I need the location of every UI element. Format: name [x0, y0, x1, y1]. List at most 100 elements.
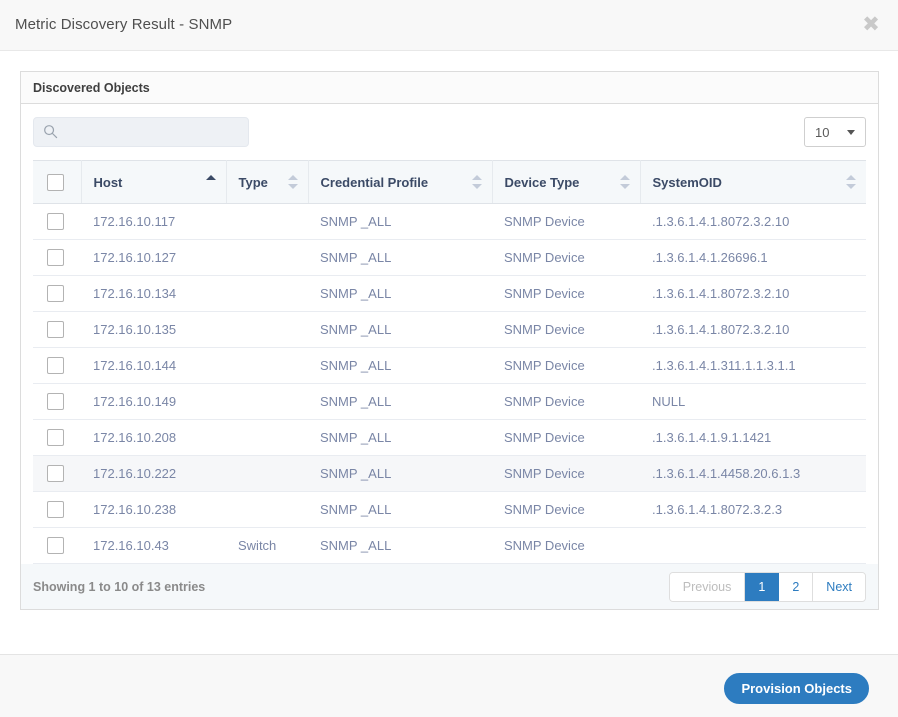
cell-credential-profile: SNMP _ALL [308, 275, 492, 312]
table-row[interactable]: 172.16.10.135 SNMP _ALL SNMP Device .1.3.6.… [33, 311, 866, 348]
row-select-cell [33, 419, 81, 456]
pagination-page-2[interactable]: 2 [779, 572, 814, 601]
sort-none-icon [846, 175, 856, 189]
cell-device-type: SNMP Device [492, 275, 640, 312]
table-row[interactable]: 172.16.10.127 SNMP _ALL SNMP Device .1.3.6.… [33, 239, 866, 276]
cell-host: 172.16.10.222 [81, 455, 226, 492]
cell-system-oid [640, 527, 866, 564]
row-checkbox[interactable] [47, 537, 64, 555]
column-header-label: Type [238, 174, 268, 190]
cell-system-oid: NULL [640, 383, 866, 420]
sort-none-icon [619, 175, 630, 189]
sort-none-icon [471, 175, 482, 189]
row-select-cell [33, 239, 81, 276]
column-header-credential-profile[interactable]: Credential Profile [308, 160, 493, 204]
cell-credential-profile: SNMP _ALL [308, 203, 492, 240]
table-toolbar: 10 [33, 115, 866, 149]
cell-host: 172.16.10.149 [81, 383, 226, 420]
pagination-next[interactable]: Next [813, 572, 865, 601]
cell-type [226, 383, 308, 420]
discovered-objects-table: Host Type Credential Profile Device Type… [33, 160, 866, 564]
provision-objects-button[interactable]: Provision Objects [724, 673, 869, 704]
row-checkbox[interactable] [47, 213, 64, 231]
search-input[interactable] [33, 117, 249, 147]
table-row[interactable]: 172.16.10.134 SNMP _ALL SNMP Device .1.3.6.… [33, 275, 866, 312]
panel-body: 10 Host Type Credential Profile Device T… [21, 104, 878, 609]
cell-host: 172.16.10.43 [81, 527, 226, 564]
pagination: Previous 1 2 Next [668, 571, 866, 602]
select-all-checkbox[interactable] [47, 173, 64, 191]
column-header-label: SystemOID [652, 174, 722, 190]
cell-credential-profile: SNMP _ALL [308, 527, 492, 564]
row-checkbox[interactable] [47, 249, 64, 267]
cell-system-oid: .1.3.6.1.4.1.8072.3.2.10 [640, 203, 866, 240]
cell-type [226, 275, 308, 312]
row-select-cell [33, 527, 81, 564]
table-head: Host Type Credential Profile Device Type… [33, 160, 866, 204]
cell-system-oid: .1.3.6.1.4.1.8072.3.2.3 [640, 491, 866, 528]
cell-host: 172.16.10.238 [81, 491, 226, 528]
page-length-select[interactable]: 10 [804, 117, 866, 147]
cell-system-oid: .1.3.6.1.4.1.4458.20.6.1.3 [640, 455, 866, 492]
row-select-cell [33, 491, 81, 528]
column-header-label: Credential Profile [320, 174, 429, 190]
column-header-device-type[interactable]: Device Type [492, 160, 641, 204]
row-checkbox[interactable] [47, 357, 64, 375]
cell-type [226, 203, 308, 240]
page-title: Metric Discovery Result - SNMP [15, 16, 233, 33]
row-select-cell [33, 203, 81, 240]
cell-system-oid: .1.3.6.1.4.1.8072.3.2.10 [640, 275, 866, 312]
cell-host: 172.16.10.127 [81, 239, 226, 276]
column-header-select-all [33, 160, 82, 204]
sort-ascending-icon [205, 175, 216, 189]
cell-host: 172.16.10.134 [81, 275, 226, 312]
table-row[interactable]: 172.16.10.149 SNMP _ALL SNMP Device NULL [33, 383, 866, 420]
row-checkbox[interactable] [47, 285, 64, 303]
pagination-page-1[interactable]: 1 [745, 572, 780, 601]
panel-heading-title: Discovered Objects [33, 80, 150, 95]
row-select-cell [33, 347, 81, 384]
cell-system-oid: .1.3.6.1.4.1.26696.1 [640, 239, 866, 276]
table-row[interactable]: 172.16.10.43 Switch SNMP _ALL SNMP Device [33, 527, 866, 564]
cell-type [226, 455, 308, 492]
cell-device-type: SNMP Device [492, 347, 640, 384]
modal-body: Discovered Objects 10 Host Type Credenti… [0, 51, 898, 654]
cell-system-oid: .1.3.6.1.4.1.311.1.1.3.1.1 [640, 347, 866, 384]
column-header-label: Host [93, 174, 123, 190]
column-header-system-oid[interactable]: SystemOID [640, 160, 866, 204]
table-row[interactable]: 172.16.10.222 SNMP _ALL SNMP Device .1.3.6.… [33, 455, 866, 492]
table-footer: Showing 1 to 10 of 13 entries Previous 1… [21, 564, 878, 609]
cell-credential-profile: SNMP _ALL [308, 419, 492, 456]
row-checkbox[interactable] [47, 393, 64, 411]
cell-host: 172.16.10.117 [81, 203, 226, 240]
row-select-cell [33, 275, 81, 312]
table-row[interactable]: 172.16.10.117 SNMP _ALL SNMP Device .1.3.6.… [33, 203, 866, 240]
column-header-host[interactable]: Host [81, 160, 227, 204]
cell-device-type: SNMP Device [492, 527, 640, 564]
cell-device-type: SNMP Device [492, 311, 640, 348]
cell-host: 172.16.10.144 [81, 347, 226, 384]
cell-device-type: SNMP Device [492, 383, 640, 420]
row-select-cell [33, 455, 81, 492]
row-checkbox[interactable] [47, 465, 64, 483]
cell-type [226, 311, 308, 348]
cell-credential-profile: SNMP _ALL [308, 383, 492, 420]
row-checkbox[interactable] [47, 429, 64, 447]
cell-type [226, 491, 308, 528]
column-header-type[interactable]: Type [226, 160, 309, 204]
row-select-cell [33, 311, 81, 348]
row-checkbox[interactable] [47, 501, 64, 519]
cell-system-oid: .1.3.6.1.4.1.8072.3.2.10 [640, 311, 866, 348]
close-icon[interactable]: ✖ [858, 11, 884, 37]
cell-type [226, 239, 308, 276]
modal-footer: Provision Objects [0, 654, 898, 717]
table-row[interactable]: 172.16.10.144 SNMP _ALL SNMP Device .1.3.6.… [33, 347, 866, 384]
cell-device-type: SNMP Device [492, 455, 640, 492]
row-checkbox[interactable] [47, 321, 64, 339]
table-row[interactable]: 172.16.10.208 SNMP _ALL SNMP Device .1.3.6.… [33, 419, 866, 456]
pagination-previous[interactable]: Previous [669, 572, 746, 601]
discovered-objects-panel: Discovered Objects 10 Host Type Credenti… [20, 71, 879, 610]
cell-credential-profile: SNMP _ALL [308, 455, 492, 492]
panel-heading: Discovered Objects [21, 72, 878, 104]
table-row[interactable]: 172.16.10.238 SNMP _ALL SNMP Device .1.3.6.… [33, 491, 866, 528]
